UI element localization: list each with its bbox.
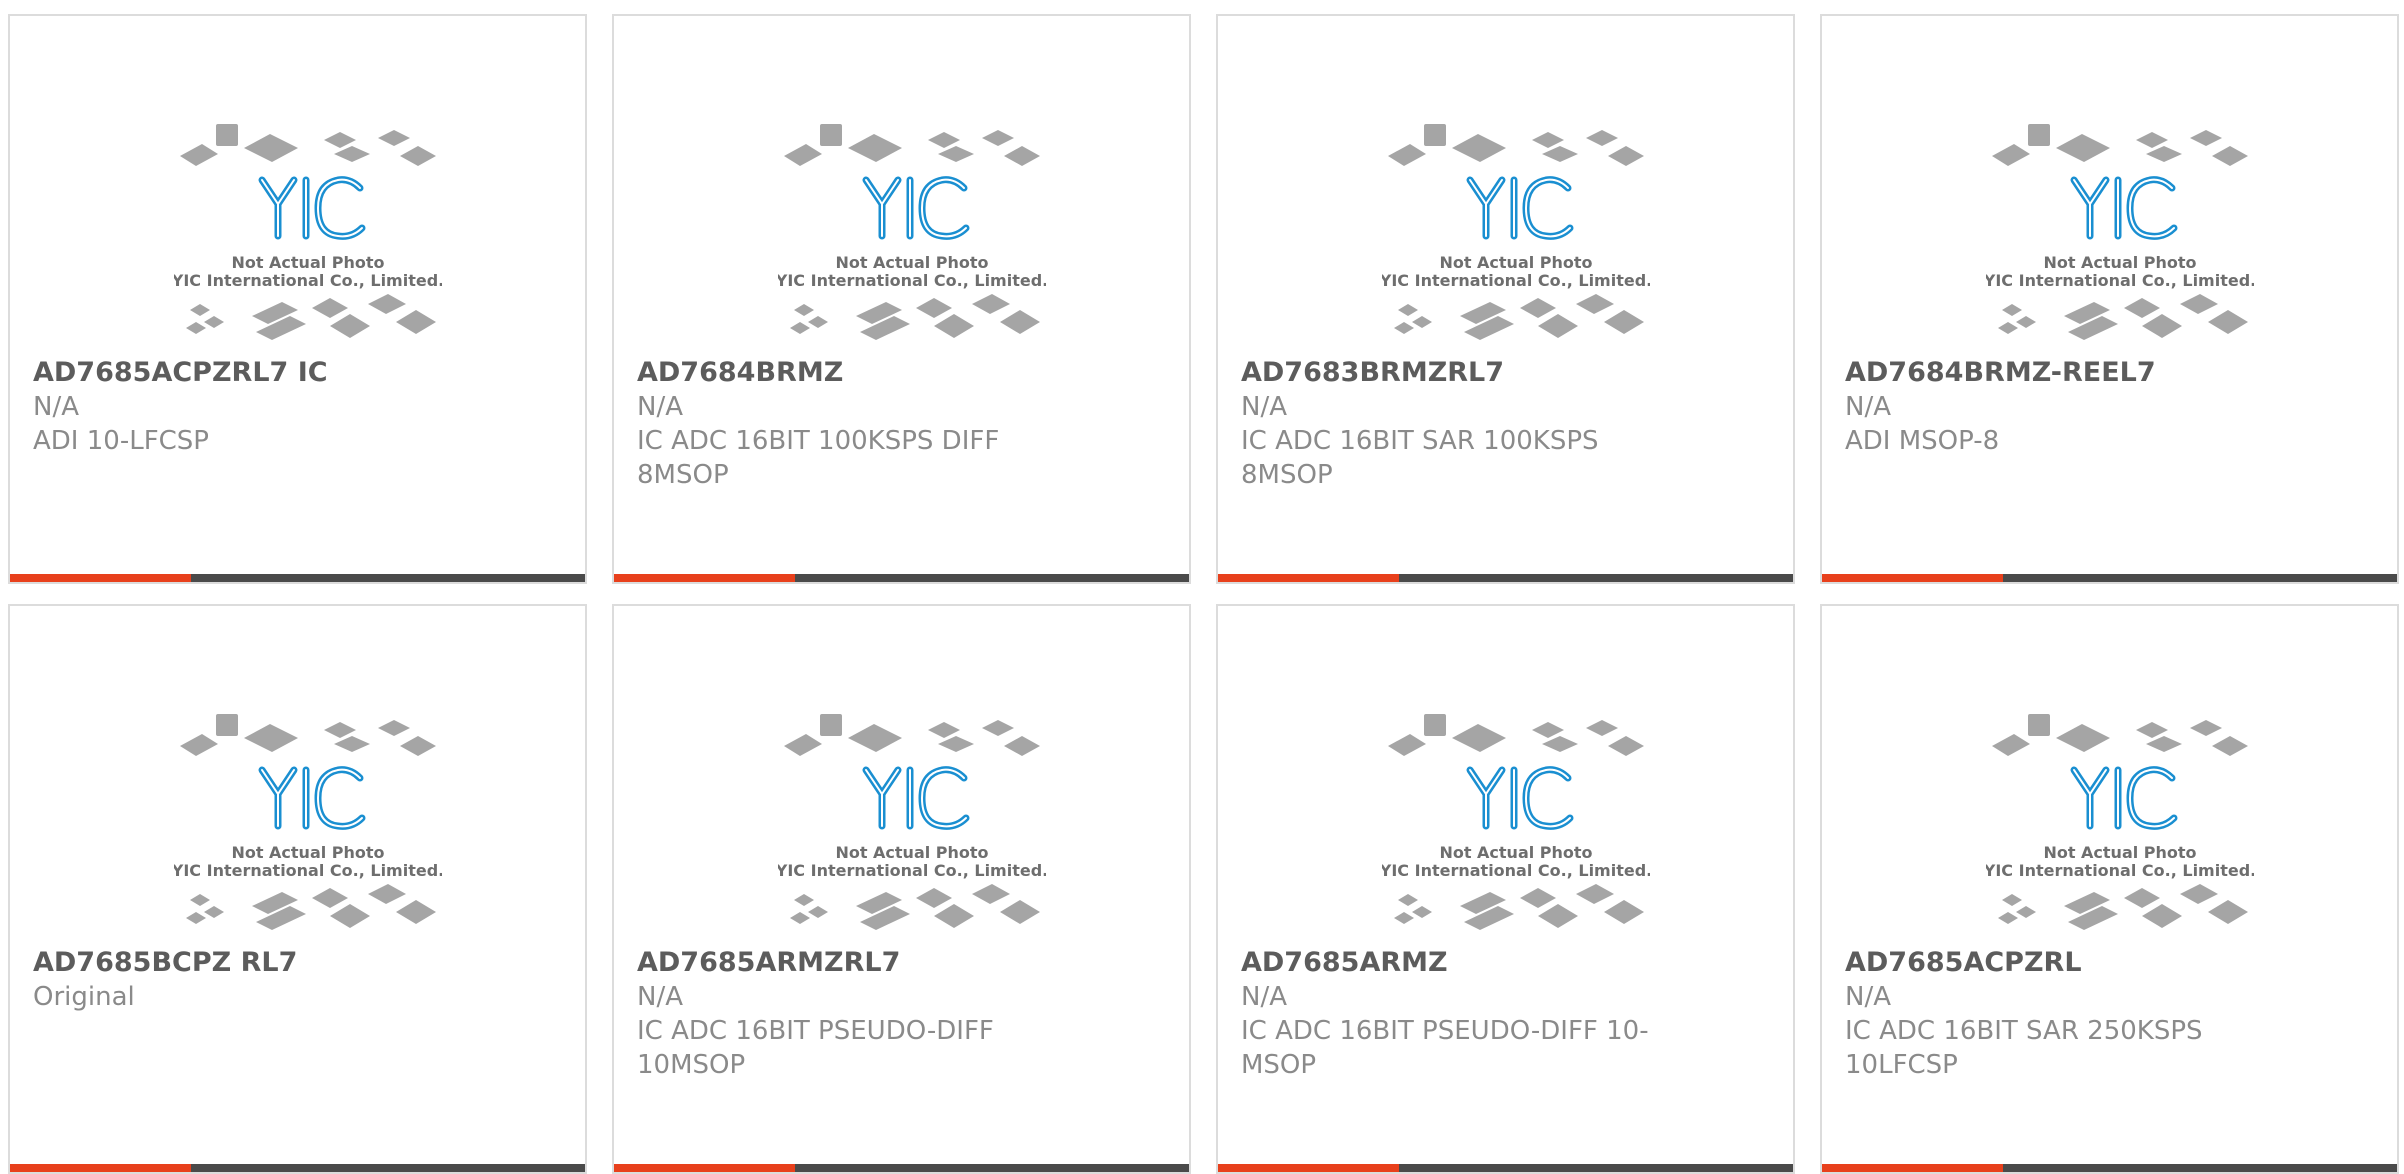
not-actual-photo-text: Not Actual Photo — [2043, 253, 2196, 272]
product-info: AD7685ACPZRL N/A IC ADC 16BIT SAR 250KSP… — [1845, 946, 2365, 1082]
part-number[interactable]: AD7685ARMZ — [1241, 946, 1761, 980]
yic-logo-chips-icon: Not Actual Photo YIC International Co., … — [174, 694, 442, 934]
company-name-text: YIC International Co., Limited. — [1986, 861, 2254, 880]
product-description: ADI MSOP-8 — [1845, 426, 2000, 456]
product-thumbnail[interactable]: Not Actual Photo YIC International Co., … — [1986, 104, 2254, 344]
part-number[interactable]: AD7685BCPZ RL7 — [33, 946, 553, 980]
yic-logo-chips-icon: Not Actual Photo YIC International Co., … — [778, 694, 1046, 934]
not-actual-photo-text: Not Actual Photo — [835, 253, 988, 272]
product-thumbnail[interactable]: Not Actual Photo YIC International Co., … — [174, 104, 442, 344]
product-info: AD7684BRMZ-REEL7 N/A ADI MSOP-8 — [1845, 356, 2365, 458]
company-name-text: YIC International Co., Limited. — [174, 271, 442, 290]
product-description: ADI 10-LFCSP — [33, 426, 209, 456]
product-condition: N/A — [637, 982, 683, 1012]
company-name-text: YIC International Co., Limited. — [1382, 271, 1650, 290]
company-name-text: YIC International Co., Limited. — [174, 861, 442, 880]
part-number[interactable]: AD7684BRMZ-REEL7 — [1845, 356, 2365, 390]
product-card[interactable]: Not Actual Photo YIC International Co., … — [1820, 604, 2399, 1174]
product-description: IC ADC 16BIT PSEUDO-DIFF 10-MSOP — [1241, 1016, 1649, 1080]
product-thumbnail[interactable]: Not Actual Photo YIC International Co., … — [1382, 694, 1650, 934]
product-description: IC ADC 16BIT SAR 100KSPS 8MSOP — [1241, 426, 1599, 490]
yic-logo-chips-icon: Not Actual Photo YIC International Co., … — [174, 104, 442, 344]
card-accent-bar — [614, 574, 1189, 582]
product-condition: N/A — [637, 392, 683, 422]
product-info: AD7685ACPZRL7 IC N/A ADI 10-LFCSP — [33, 356, 553, 458]
not-actual-photo-text: Not Actual Photo — [2043, 843, 2196, 862]
product-card[interactable]: Not Actual Photo YIC International Co., … — [1820, 14, 2399, 584]
company-name-text: YIC International Co., Limited. — [1986, 271, 2254, 290]
company-name-text: YIC International Co., Limited. — [778, 271, 1046, 290]
product-card[interactable]: Not Actual Photo YIC International Co., … — [1216, 14, 1795, 584]
card-accent-bar — [614, 1164, 1189, 1172]
not-actual-photo-text: Not Actual Photo — [835, 843, 988, 862]
card-accent-bar — [1822, 574, 2397, 582]
product-card[interactable]: Not Actual Photo YIC International Co., … — [612, 14, 1191, 584]
not-actual-photo-text: Not Actual Photo — [231, 253, 384, 272]
product-condition: N/A — [1845, 982, 1891, 1012]
company-name-text: YIC International Co., Limited. — [1382, 861, 1650, 880]
product-thumbnail[interactable]: Not Actual Photo YIC International Co., … — [778, 694, 1046, 934]
yic-logo-chips-icon: Not Actual Photo YIC International Co., … — [1986, 104, 2254, 344]
part-number[interactable]: AD7685ARMZRL7 — [637, 946, 1157, 980]
product-condition: N/A — [1845, 392, 1891, 422]
part-number[interactable]: AD7685ACPZRL — [1845, 946, 2365, 980]
product-grid: Not Actual Photo YIC International Co., … — [8, 14, 2399, 1174]
product-condition: N/A — [33, 392, 79, 422]
not-actual-photo-text: Not Actual Photo — [231, 843, 384, 862]
product-info: AD7685ARMZRL7 N/A IC ADC 16BIT PSEUDO-DI… — [637, 946, 1157, 1082]
product-card[interactable]: Not Actual Photo YIC International Co., … — [8, 604, 587, 1174]
product-thumbnail[interactable]: Not Actual Photo YIC International Co., … — [1382, 104, 1650, 344]
yic-logo-chips-icon: Not Actual Photo YIC International Co., … — [1382, 694, 1650, 934]
yic-logo-chips-icon: Not Actual Photo YIC International Co., … — [1382, 104, 1650, 344]
card-accent-bar — [1822, 1164, 2397, 1172]
product-info: AD7685ARMZ N/A IC ADC 16BIT PSEUDO-DIFF … — [1241, 946, 1761, 1082]
yic-logo-chips-icon: Not Actual Photo YIC International Co., … — [1986, 694, 2254, 934]
card-accent-bar — [10, 574, 585, 582]
product-condition: Original — [33, 982, 135, 1012]
yic-logo-chips-icon: Not Actual Photo YIC International Co., … — [778, 104, 1046, 344]
product-condition: N/A — [1241, 392, 1287, 422]
part-number[interactable]: AD7683BRMZRL7 — [1241, 356, 1761, 390]
product-description: IC ADC 16BIT 100KSPS DIFF 8MSOP — [637, 426, 1000, 490]
part-number[interactable]: AD7685ACPZRL7 IC — [33, 356, 553, 390]
card-accent-bar — [1218, 1164, 1793, 1172]
product-thumbnail[interactable]: Not Actual Photo YIC International Co., … — [174, 694, 442, 934]
not-actual-photo-text: Not Actual Photo — [1439, 843, 1592, 862]
part-number[interactable]: AD7684BRMZ — [637, 356, 1157, 390]
product-thumbnail[interactable]: Not Actual Photo YIC International Co., … — [1986, 694, 2254, 934]
card-accent-bar — [10, 1164, 585, 1172]
product-card[interactable]: Not Actual Photo YIC International Co., … — [8, 14, 587, 584]
product-description: IC ADC 16BIT PSEUDO-DIFF 10MSOP — [637, 1016, 994, 1080]
product-card[interactable]: Not Actual Photo YIC International Co., … — [1216, 604, 1795, 1174]
not-actual-photo-text: Not Actual Photo — [1439, 253, 1592, 272]
company-name-text: YIC International Co., Limited. — [778, 861, 1046, 880]
product-condition: N/A — [1241, 982, 1287, 1012]
product-info: AD7685BCPZ RL7 Original — [33, 946, 553, 1014]
product-info: AD7683BRMZRL7 N/A IC ADC 16BIT SAR 100KS… — [1241, 356, 1761, 492]
product-thumbnail[interactable]: Not Actual Photo YIC International Co., … — [778, 104, 1046, 344]
product-card[interactable]: Not Actual Photo YIC International Co., … — [612, 604, 1191, 1174]
card-accent-bar — [1218, 574, 1793, 582]
product-description: IC ADC 16BIT SAR 250KSPS 10LFCSP — [1845, 1016, 2203, 1080]
product-info: AD7684BRMZ N/A IC ADC 16BIT 100KSPS DIFF… — [637, 356, 1157, 492]
